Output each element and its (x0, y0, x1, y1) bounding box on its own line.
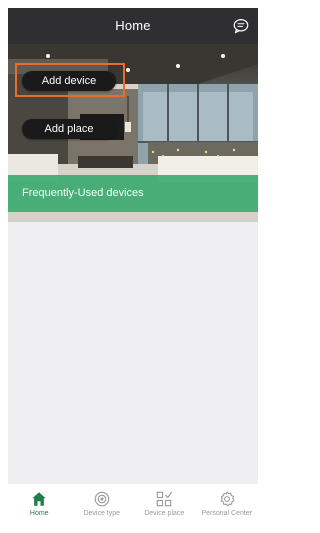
add-place-button[interactable]: Add place (22, 119, 116, 139)
page: Home Add device Add place Frequently-Use… (0, 0, 261, 533)
device-place-icon (156, 491, 173, 507)
tab-device-type-label: Device type (83, 510, 121, 517)
top-bar: Home (8, 8, 258, 44)
add-device-button[interactable]: Add device (22, 71, 116, 91)
tab-personal-center[interactable]: Personal Center (196, 484, 259, 526)
gear-icon (220, 491, 235, 507)
tab-home-label: Home (29, 510, 49, 517)
home-icon (32, 492, 46, 506)
tab-personal-center-label: Personal Center (201, 510, 253, 517)
bottom-tab-bar: Home Device type Device place Personal C… (8, 484, 258, 526)
frequently-used-devices-header: Frequently-Used devices (8, 175, 258, 212)
device-type-icon (94, 491, 110, 507)
page-title: Home (115, 18, 151, 33)
tab-home[interactable]: Home (8, 484, 71, 526)
tab-device-type[interactable]: Device type (71, 484, 134, 526)
chat-bubble-icon[interactable] (232, 17, 250, 35)
app-screen: Home Add device Add place Frequently-Use… (8, 8, 258, 526)
tab-device-place-label: Device place (144, 510, 185, 517)
home-banner: Add device Add place Frequently-Used dev… (8, 44, 258, 222)
tab-device-place[interactable]: Device place (133, 484, 196, 526)
